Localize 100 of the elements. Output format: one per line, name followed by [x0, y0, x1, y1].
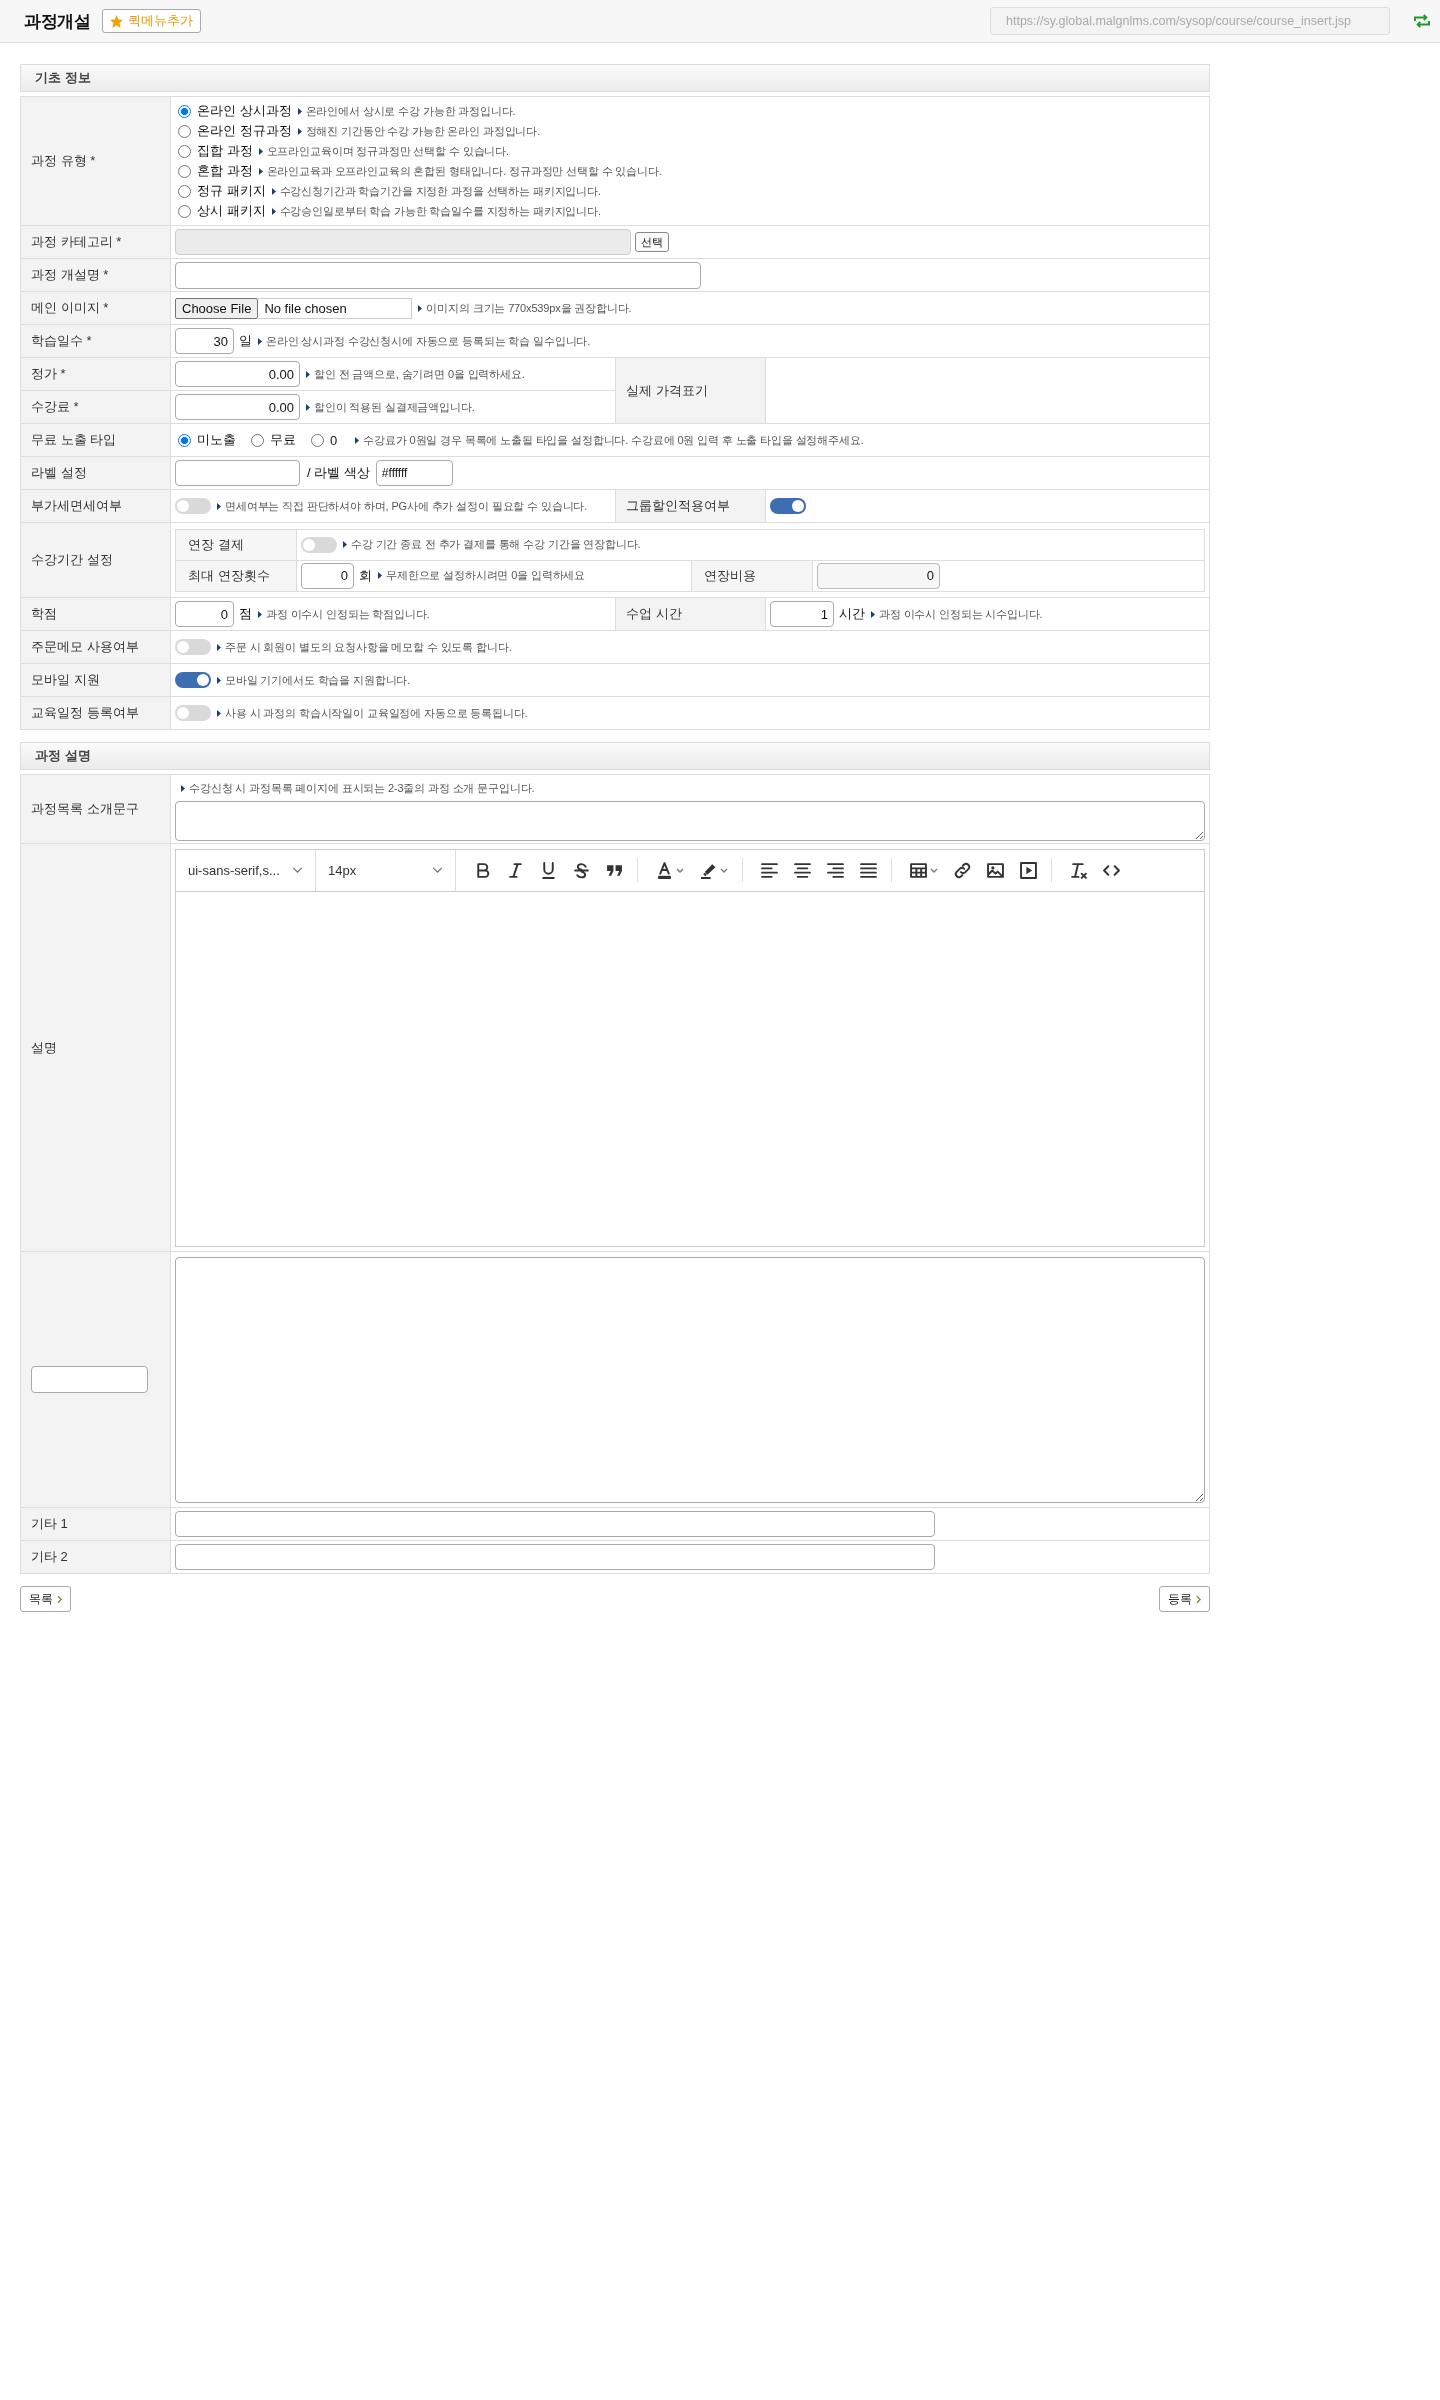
bold-icon[interactable] — [474, 861, 491, 879]
triangle-icon — [306, 403, 310, 411]
triangle-icon — [217, 502, 221, 510]
strikethrough-icon[interactable] — [573, 861, 590, 879]
row-label: 설명 — [20, 843, 171, 1252]
option-label[interactable]: 미노출 — [197, 431, 236, 449]
align-left-icon[interactable] — [761, 861, 778, 879]
triangle-icon — [258, 167, 263, 175]
hint-text: 이미지의 크기는 770x539px을 권장합니다. — [426, 300, 632, 316]
radio-button[interactable] — [311, 433, 324, 447]
chevron-down-icon — [432, 867, 443, 873]
clear-format-icon[interactable] — [1070, 861, 1087, 879]
triangle-icon — [258, 337, 262, 345]
number-field[interactable]: 0 — [175, 601, 234, 627]
row-label: 학점 — [20, 597, 171, 631]
radio-button[interactable] — [178, 144, 191, 158]
toggle-switch[interactable] — [175, 705, 211, 721]
row-label: 최대 연장횟수 — [175, 560, 297, 591]
textarea-field[interactable] — [175, 1256, 1205, 1503]
row-label: 메인 이미지 * — [20, 291, 171, 325]
highlighter-icon[interactable] — [700, 861, 717, 879]
number-field[interactable]: 0 — [301, 562, 354, 589]
hint-text: 온라인 상시과정 수강신청시에 자동으로 등록되는 학습 일수입니다. — [266, 333, 591, 349]
chevron-right-icon — [1196, 1594, 1201, 1604]
align-right-icon[interactable] — [827, 861, 844, 879]
align-justify-icon[interactable] — [860, 861, 877, 879]
input-field[interactable] — [31, 1366, 148, 1393]
caret-icon[interactable] — [930, 867, 938, 873]
label-field[interactable] — [175, 460, 300, 486]
text-color-icon[interactable] — [656, 861, 673, 879]
radio-button[interactable] — [178, 204, 191, 218]
align-center-icon[interactable] — [794, 861, 811, 879]
toggle-switch[interactable] — [175, 672, 211, 688]
hint-text: 온라인에서 상시로 수강 가능한 과정입니다. — [305, 103, 516, 119]
radio-button[interactable] — [178, 164, 191, 178]
row-label: 라벨 설정 — [20, 456, 171, 490]
triangle-icon — [343, 541, 347, 548]
hint-text: 수강신청기간과 학습기간을 지정한 과정을 선택하는 패키지입니다. — [279, 183, 601, 199]
toggle-switch[interactable] — [770, 498, 806, 514]
row-label: 그룹할인적용여부 — [615, 489, 766, 523]
option-label[interactable]: 정규 패키지 — [197, 182, 266, 200]
hint-text: 오프라인교육이며 정규과정만 선택할 수 있습니다. — [266, 143, 509, 159]
caret-icon[interactable] — [676, 867, 684, 873]
list-button[interactable]: 목록 — [20, 1586, 71, 1612]
field-label: / 라벨 색상 — [307, 464, 370, 482]
video-icon[interactable] — [1020, 861, 1037, 879]
radio-button[interactable] — [251, 433, 264, 447]
triangle-icon — [306, 370, 310, 378]
number-field[interactable]: 30 — [175, 328, 234, 354]
image-icon[interactable] — [987, 861, 1004, 879]
italic-icon[interactable] — [507, 861, 524, 879]
radio-button[interactable] — [178, 124, 191, 138]
course-name-field[interactable] — [175, 261, 701, 289]
toggle-switch[interactable] — [301, 536, 337, 553]
radio-button[interactable] — [178, 104, 191, 118]
hint-text: 주문 시 회원이 별도의 요청사항을 메모할 수 있도록 합니다. — [225, 639, 512, 655]
radio-button[interactable] — [178, 184, 191, 198]
price-field[interactable]: 0.00 — [175, 361, 300, 387]
triangle-icon — [871, 610, 875, 618]
text-field[interactable] — [175, 1511, 935, 1537]
textarea-field[interactable] — [175, 801, 1205, 841]
row-label: 수강료 * — [20, 390, 171, 424]
caret-icon[interactable] — [720, 867, 728, 873]
underline-icon[interactable] — [540, 861, 557, 879]
unit-label: 시간 — [839, 605, 865, 623]
row-label: 학습일수 * — [20, 324, 171, 358]
row-label: 무료 노출 타입 — [20, 423, 171, 457]
chevron-right-icon — [57, 1594, 62, 1604]
option-label[interactable]: 온라인 정규과정 — [197, 122, 292, 140]
section-header: 기초 정보 — [20, 64, 1210, 92]
radio-button[interactable] — [178, 433, 191, 447]
triangle-icon — [297, 127, 302, 135]
toggle-switch[interactable] — [175, 498, 211, 514]
star-icon — [110, 14, 123, 28]
triangle-icon — [181, 784, 185, 792]
price-field[interactable]: 0.00 — [175, 394, 300, 420]
toggle-switch[interactable] — [175, 639, 211, 655]
font-size-dropdown[interactable]: 14px — [316, 849, 456, 891]
option-label[interactable]: 0 — [330, 432, 338, 448]
link-icon[interactable] — [954, 861, 971, 879]
hint-text: 수강승인일로부터 학습 가능한 학습일수를 지정하는 패키지입니다. — [279, 203, 601, 219]
number-field[interactable]: 1 — [770, 601, 834, 627]
option-label[interactable]: 집합 과정 — [197, 142, 253, 160]
row-label: 과정목록 소개문구 — [20, 774, 171, 844]
row-label: 주문메모 사용여부 — [20, 630, 171, 664]
refresh-icon[interactable] — [1413, 14, 1431, 28]
table-icon[interactable] — [910, 861, 927, 879]
row-label: 연장 결제 — [175, 529, 297, 560]
option-label[interactable]: 온라인 상시과정 — [197, 102, 292, 120]
submit-button[interactable]: 등록 — [1159, 1586, 1210, 1612]
option-label[interactable]: 상시 패키지 — [197, 202, 266, 220]
row-label: 교육일정 등록여부 — [20, 696, 171, 730]
triangle-icon — [271, 207, 276, 215]
row-label: 기타 2 — [20, 1540, 171, 1574]
option-label[interactable]: 혼합 과정 — [197, 162, 253, 180]
choose-file-button[interactable]: Choose File — [175, 297, 259, 319]
text-field[interactable] — [175, 1544, 935, 1570]
font-dropdown[interactable]: ui-sans-serif,s... — [176, 849, 316, 891]
color-field[interactable]: #ffffff — [375, 460, 453, 486]
option-label[interactable]: 무료 — [270, 431, 296, 449]
